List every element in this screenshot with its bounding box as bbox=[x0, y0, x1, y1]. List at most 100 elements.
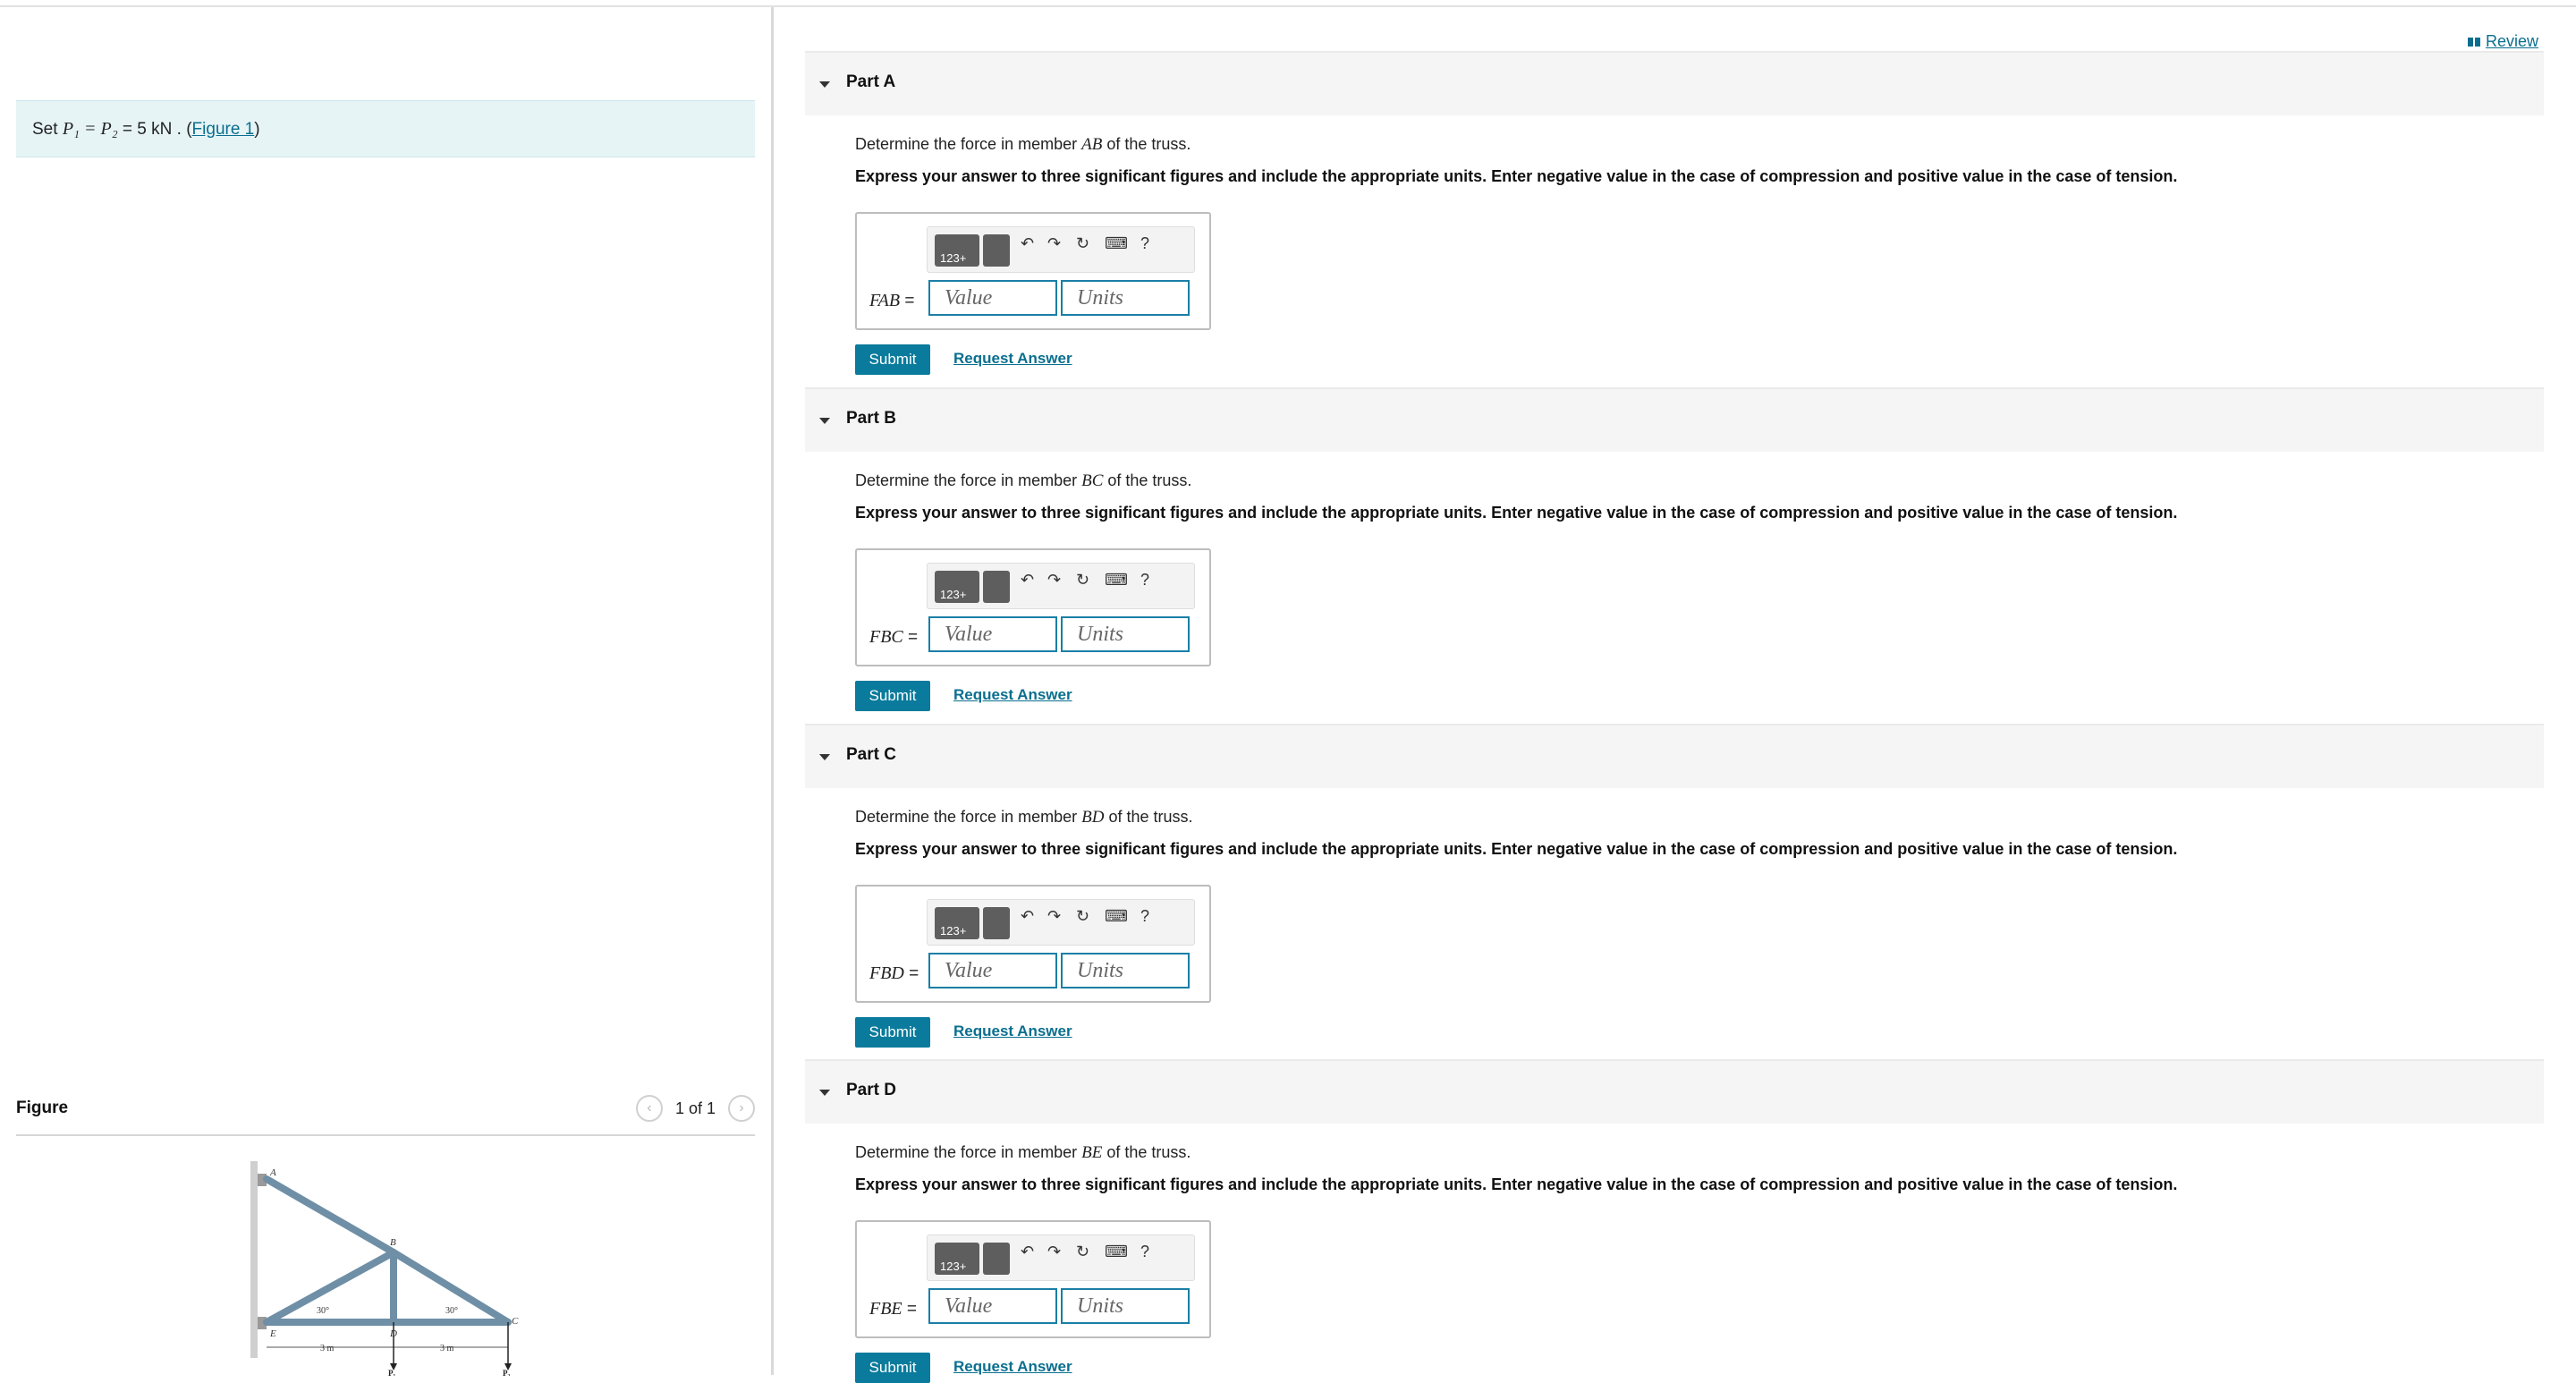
units-input[interactable]: Units bbox=[1061, 616, 1190, 652]
collapse-caret-icon[interactable] bbox=[819, 418, 830, 424]
request-answer-link[interactable]: Request Answer bbox=[953, 686, 1072, 704]
redo-icon[interactable]: ↷ bbox=[1047, 571, 1061, 590]
dimension-label-1: 3 m bbox=[320, 1344, 335, 1353]
part-header[interactable]: Part B bbox=[805, 387, 2544, 452]
figure-header: Figure ‹ 1 of 1 › bbox=[16, 1093, 755, 1136]
undo-icon[interactable]: ↶ bbox=[1021, 234, 1034, 253]
undo-icon[interactable]: ↶ bbox=[1021, 1243, 1034, 1261]
redo-icon[interactable]: ↷ bbox=[1047, 907, 1061, 926]
keyboard-icon[interactable]: ⌨ bbox=[1105, 234, 1128, 253]
truss-members bbox=[263, 1175, 512, 1326]
redo-icon[interactable]: ↷ bbox=[1047, 234, 1061, 253]
member-name: BC bbox=[1081, 471, 1104, 490]
figure-link[interactable]: Figure 1 bbox=[192, 120, 255, 139]
instruction-text: Express your answer to three significant… bbox=[855, 840, 2178, 858]
question-text: Determine the force in member BE of the … bbox=[855, 1143, 1191, 1162]
collapse-caret-icon[interactable] bbox=[819, 81, 830, 88]
member-name: BD bbox=[1081, 808, 1105, 827]
joint-b-label: B bbox=[390, 1237, 396, 1248]
member-be bbox=[263, 1249, 397, 1326]
redo-icon[interactable]: ↷ bbox=[1047, 1243, 1061, 1261]
help-icon[interactable]: ? bbox=[1140, 907, 1149, 926]
problem-statement: Set P₁ = P₂ = 5 kN . (Figure 1) bbox=[16, 100, 755, 157]
variable-label: FBE = bbox=[869, 1299, 918, 1319]
wall bbox=[250, 1161, 258, 1358]
review-link[interactable]: Review bbox=[2467, 32, 2538, 51]
submit-button[interactable]: Submit bbox=[855, 1353, 930, 1383]
reset-icon[interactable]: ↻ bbox=[1076, 907, 1089, 926]
review-icon bbox=[2467, 37, 2480, 47]
part-header[interactable]: Part D bbox=[805, 1059, 2544, 1124]
reset-icon[interactable]: ↻ bbox=[1076, 234, 1089, 253]
collapse-caret-icon[interactable] bbox=[819, 1090, 830, 1096]
answer-box: 123+ ↶ ↷ ↻ ⌨ ? FBC = Value Units bbox=[855, 548, 1211, 666]
variable-label: FAB = bbox=[869, 291, 915, 310]
load-math: P₁ = P₂ bbox=[62, 118, 118, 139]
collapse-caret-icon[interactable] bbox=[819, 754, 830, 760]
symbols-button[interactable] bbox=[983, 234, 1010, 267]
undo-icon[interactable]: ↶ bbox=[1021, 571, 1034, 590]
part-title: Part D bbox=[846, 1081, 896, 1099]
answer-box: 123+ ↶ ↷ ↻ ⌨ ? FAB = Value Units bbox=[855, 212, 1211, 330]
keyboard-icon[interactable]: ⌨ bbox=[1105, 907, 1128, 926]
submit-button[interactable]: Submit bbox=[855, 681, 930, 711]
math-toolbar: 123+ ↶ ↷ ↻ ⌨ ? bbox=[927, 899, 1195, 946]
undo-icon[interactable]: ↶ bbox=[1021, 907, 1034, 926]
angle-label-1: 30° bbox=[317, 1306, 329, 1316]
angle-label-2: 30° bbox=[445, 1306, 458, 1316]
value-input[interactable]: Value bbox=[928, 1288, 1057, 1324]
request-answer-link[interactable]: Request Answer bbox=[953, 350, 1072, 368]
templates-button[interactable]: 123+ bbox=[935, 1243, 979, 1275]
top-border bbox=[0, 0, 2576, 7]
instruction-text: Express your answer to three significant… bbox=[855, 167, 2178, 185]
value-input[interactable]: Value bbox=[928, 616, 1057, 652]
pager-text: 1 of 1 bbox=[674, 1099, 716, 1117]
panel-divider[interactable] bbox=[771, 7, 774, 1375]
instruction-text: Express your answer to three significant… bbox=[855, 1175, 2178, 1193]
reset-icon[interactable]: ↻ bbox=[1076, 1243, 1089, 1261]
help-icon[interactable]: ? bbox=[1140, 234, 1149, 253]
symbols-button[interactable] bbox=[983, 571, 1010, 603]
member-ab bbox=[263, 1175, 397, 1256]
part-header[interactable]: Part C bbox=[805, 724, 2544, 788]
symbols-button[interactable] bbox=[983, 1243, 1010, 1275]
figure-pager: ‹ 1 of 1 › bbox=[635, 1095, 755, 1122]
instruction-text: Express your answer to three significant… bbox=[855, 504, 2178, 522]
dimension-label-2: 3 m bbox=[440, 1344, 454, 1353]
help-icon[interactable]: ? bbox=[1140, 571, 1149, 590]
math-toolbar: 123+ ↶ ↷ ↻ ⌨ ? bbox=[927, 563, 1195, 609]
templates-button[interactable]: 123+ bbox=[935, 571, 979, 603]
request-answer-link[interactable]: Request Answer bbox=[953, 1022, 1072, 1040]
question-text: Determine the force in member AB of the … bbox=[855, 135, 1191, 154]
value-input[interactable]: Value bbox=[928, 953, 1057, 988]
prev-figure-button[interactable]: ‹ bbox=[635, 1095, 663, 1122]
reset-icon[interactable]: ↻ bbox=[1076, 571, 1089, 590]
question-text: Determine the force in member BD of the … bbox=[855, 808, 1193, 827]
joint-c-label: C bbox=[512, 1316, 519, 1327]
member-name: BE bbox=[1081, 1143, 1103, 1162]
math-toolbar: 123+ ↶ ↷ ↻ ⌨ ? bbox=[927, 1235, 1195, 1281]
answer-box: 123+ ↶ ↷ ↻ ⌨ ? FBE = Value Units bbox=[855, 1220, 1211, 1338]
submit-button[interactable]: Submit bbox=[855, 344, 930, 375]
units-input[interactable]: Units bbox=[1061, 1288, 1190, 1324]
submit-button[interactable]: Submit bbox=[855, 1017, 930, 1048]
member-name: AB bbox=[1081, 135, 1103, 154]
part-header[interactable]: Part A bbox=[805, 51, 2544, 115]
keyboard-icon[interactable]: ⌨ bbox=[1105, 1243, 1128, 1261]
templates-button[interactable]: 123+ bbox=[935, 234, 979, 267]
joint-e-label: E bbox=[269, 1328, 276, 1339]
symbols-button[interactable] bbox=[983, 907, 1010, 939]
keyboard-icon[interactable]: ⌨ bbox=[1105, 571, 1128, 590]
math-toolbar: 123+ ↶ ↷ ↻ ⌨ ? bbox=[927, 226, 1195, 273]
left-panel: Set P₁ = P₂ = 5 kN . (Figure 1) Figure ‹… bbox=[0, 7, 771, 1376]
value-input[interactable]: Value bbox=[928, 280, 1057, 316]
help-icon[interactable]: ? bbox=[1140, 1243, 1149, 1261]
templates-button[interactable]: 123+ bbox=[935, 907, 979, 939]
truss-figure: A B C D E 30° 30° 3 m 3 m P₁ P₂ bbox=[250, 1161, 519, 1376]
units-input[interactable]: Units bbox=[1061, 280, 1190, 316]
figure-title: Figure bbox=[16, 1099, 69, 1117]
request-answer-link[interactable]: Request Answer bbox=[953, 1358, 1072, 1376]
next-figure-button[interactable]: › bbox=[728, 1095, 755, 1122]
units-input[interactable]: Units bbox=[1061, 953, 1190, 988]
answer-box: 123+ ↶ ↷ ↻ ⌨ ? FBD = Value Units bbox=[855, 885, 1211, 1003]
